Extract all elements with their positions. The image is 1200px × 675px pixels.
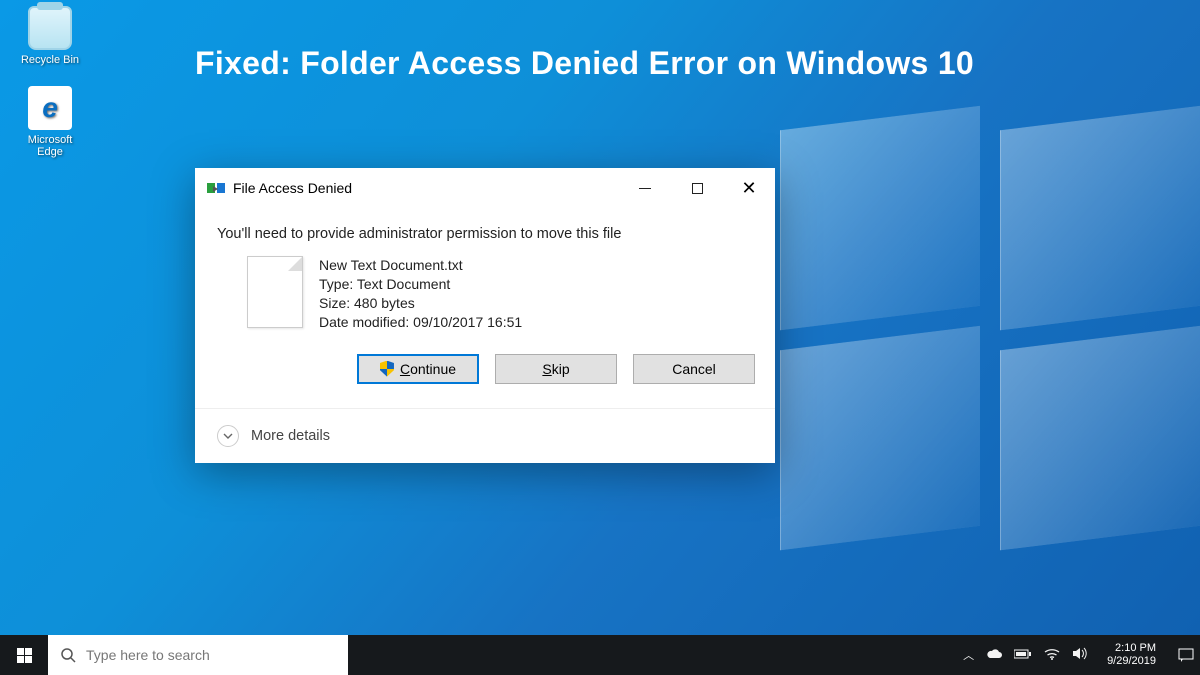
article-headline: Fixed: Folder Access Denied Error on Win… — [195, 45, 974, 82]
desktop-icon-label: Recycle Bin — [14, 54, 86, 66]
file-size: Size: 480 bytes — [319, 294, 522, 313]
dialog-message: You'll need to provide administrator per… — [217, 226, 755, 242]
desktop-icon-edge[interactable]: e Microsoft Edge — [14, 86, 86, 158]
notification-icon — [1178, 648, 1194, 663]
close-icon: ✕ — [741, 178, 756, 199]
wifi-icon[interactable] — [1044, 648, 1060, 663]
file-name: New Text Document.txt — [319, 256, 522, 275]
dialog-title: File Access Denied — [233, 180, 352, 196]
volume-icon[interactable] — [1072, 647, 1087, 663]
continue-button[interactable]: Continue — [357, 354, 479, 384]
button-label: Continue — [400, 361, 456, 377]
system-tray: ︿ 2:10 PM 9/29/2019 — [953, 635, 1200, 675]
uac-shield-icon — [380, 361, 394, 377]
action-center-button[interactable] — [1176, 635, 1196, 675]
file-icon — [247, 256, 303, 328]
file-card: New Text Document.txt Type: Text Documen… — [247, 256, 755, 332]
transfer-icon — [207, 181, 225, 195]
edge-icon: e — [28, 86, 72, 130]
start-button[interactable] — [0, 635, 48, 675]
minimize-icon — [639, 188, 651, 189]
file-type: Type: Text Document — [319, 275, 522, 294]
more-details-toggle[interactable]: More details — [195, 408, 775, 463]
file-date: Date modified: 09/10/2017 16:51 — [319, 313, 522, 332]
button-label: Skip — [542, 361, 569, 377]
search-icon — [60, 647, 76, 663]
taskbar-search[interactable]: Type here to search — [48, 635, 348, 675]
onedrive-icon[interactable] — [986, 648, 1002, 662]
wallpaper-windows-logo — [720, 98, 1200, 578]
tray-chevron-up-icon[interactable]: ︿ — [963, 647, 974, 663]
battery-icon[interactable] — [1014, 649, 1032, 662]
desktop-icon-recycle-bin[interactable]: Recycle Bin — [14, 6, 86, 66]
clock-time: 2:10 PM — [1107, 642, 1156, 655]
dialog-titlebar[interactable]: File Access Denied ✕ — [195, 168, 775, 208]
minimize-button[interactable] — [619, 168, 671, 208]
windows-icon — [17, 648, 32, 663]
clock-date: 9/29/2019 — [1107, 655, 1156, 668]
more-details-label: More details — [251, 428, 330, 444]
skip-button[interactable]: Skip — [495, 354, 617, 384]
desktop-icon-label: Microsoft Edge — [14, 134, 86, 158]
chevron-down-icon — [217, 425, 239, 447]
maximize-button[interactable] — [671, 168, 723, 208]
taskbar: Type here to search ︿ 2:10 PM 9/29/2019 — [0, 635, 1200, 675]
recycle-bin-icon — [28, 6, 72, 50]
taskbar-clock[interactable]: 2:10 PM 9/29/2019 — [1099, 642, 1164, 667]
button-label: Cancel — [672, 361, 716, 377]
search-placeholder: Type here to search — [86, 647, 210, 663]
file-access-denied-dialog: File Access Denied ✕ You'll need to prov… — [195, 168, 775, 463]
maximize-icon — [692, 183, 703, 194]
cancel-button[interactable]: Cancel — [633, 354, 755, 384]
close-button[interactable]: ✕ — [723, 168, 775, 208]
